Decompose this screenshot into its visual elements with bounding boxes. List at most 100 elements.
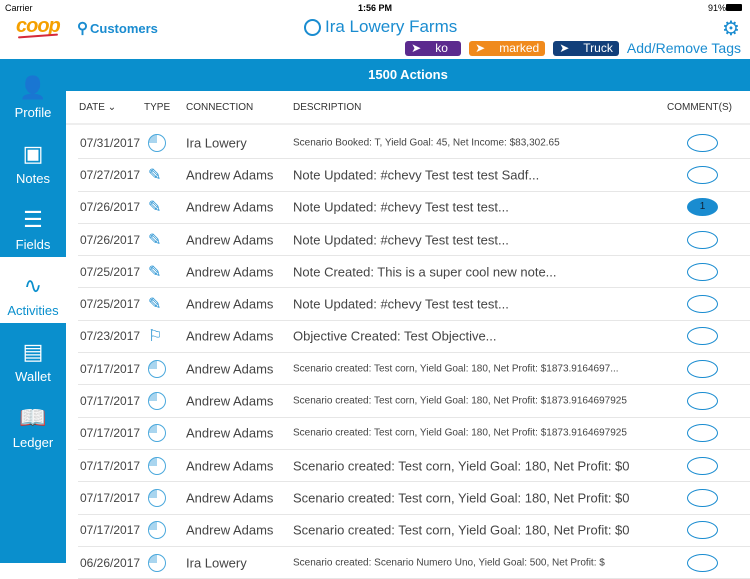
table-row[interactable]: 07/27/2017 ✎ Andrew Adams Note Updated: #… [78, 159, 750, 192]
scenario-pie-icon [148, 456, 166, 475]
comment-bubble-icon[interactable] [687, 133, 718, 152]
col-comments[interactable]: COMMENT(S) [667, 102, 732, 113]
book-icon: 📖 [19, 405, 47, 430]
col-type[interactable]: TYPE [144, 102, 170, 113]
row-connection: Andrew Adams [186, 264, 274, 280]
row-date: 07/17/2017 [80, 361, 141, 376]
scenario-pie-icon [148, 133, 166, 152]
customer-title[interactable]: Ira Lowery Farms [304, 17, 457, 37]
row-description: Scenario created: Test corn, Yield Goal:… [293, 363, 619, 375]
pencil-icon: ✎ [148, 199, 162, 217]
actions-table: 07/31/2017 Ira Lowery Scenario Booked: T… [66, 127, 750, 579]
comment-bubble-icon[interactable] [687, 327, 718, 346]
comment-bubble-icon[interactable]: 1 [687, 198, 718, 217]
table-row[interactable]: 07/26/2017 ✎ Andrew Adams Note Updated: #… [78, 224, 750, 257]
scenario-pie-icon [148, 521, 166, 540]
flag-icon: ⚐ [148, 328, 163, 346]
tag-icon: ➤ [559, 41, 570, 55]
carrier: Carrier [5, 3, 33, 13]
scenario-pie-icon [148, 424, 166, 443]
sidebar-item-notes[interactable]: ▣ Notes [0, 125, 66, 191]
coop-logo[interactable]: coop [16, 15, 61, 38]
tag-icon: ➤ [475, 41, 486, 55]
table-row[interactable]: 07/26/2017 ✎ Andrew Adams Note Updated: #… [78, 192, 750, 224]
row-connection: Ira Lowery [186, 135, 247, 151]
row-connection: Andrew Adams [186, 425, 274, 441]
table-row[interactable]: 07/17/2017 Andrew Adams Scenario created… [78, 385, 750, 418]
row-date: 07/17/2017 [80, 394, 141, 409]
table-row[interactable]: 07/17/2017 Andrew Adams Scenario created… [78, 353, 750, 386]
row-connection: Andrew Adams [186, 232, 274, 248]
col-date[interactable]: DATE ⌄ [79, 102, 116, 113]
gear-icon[interactable]: ⚙ [722, 16, 740, 41]
pencil-icon: ✎ [148, 231, 162, 249]
scenario-pie-icon [148, 488, 166, 507]
table-row[interactable]: 07/25/2017 ✎ Andrew Adams Note Updated: #… [78, 288, 750, 321]
layers-icon: ☰ [23, 207, 43, 232]
comment-bubble-icon[interactable] [687, 488, 718, 507]
row-connection: Andrew Adams [186, 328, 274, 344]
tag-truck[interactable]: ➤ Truck [553, 40, 619, 56]
table-row[interactable]: 07/31/2017 Ira Lowery Scenario Booked: T… [78, 127, 750, 160]
row-connection: Andrew Adams [186, 199, 274, 215]
status-bar: Carrier 1:56 PM 91% [0, 0, 750, 16]
row-description: Scenario created: Test corn, Yield Goal:… [293, 490, 630, 506]
comment-bubble-icon[interactable] [687, 165, 718, 184]
row-date: 07/25/2017 [80, 297, 141, 312]
table-row[interactable]: 07/17/2017 Andrew Adams Scenario created… [78, 515, 750, 547]
table-row[interactable]: 07/25/2017 ✎ Andrew Adams Note Created: T… [78, 256, 750, 289]
row-description: Scenario created: Test corn, Yield Goal:… [293, 395, 627, 407]
comment-bubble-icon[interactable] [687, 521, 718, 540]
col-connection[interactable]: CONNECTION [186, 102, 253, 113]
tag-marked[interactable]: ➤ marked [469, 40, 546, 56]
pencil-icon: ✎ [148, 166, 162, 184]
add-remove-tags-link[interactable]: Add/Remove Tags [627, 40, 741, 56]
col-description[interactable]: DESCRIPTION [293, 102, 361, 113]
row-date: 07/26/2017 [80, 200, 141, 215]
row-description: Note Updated: #chevy Test test test... [293, 232, 509, 248]
comment-bubble-icon[interactable] [687, 262, 718, 281]
column-headers: DATE ⌄ TYPE CONNECTION DESCRIPTION COMME… [66, 91, 750, 125]
comment-bubble-icon[interactable] [687, 295, 718, 314]
row-description: Note Updated: #chevy Test test test Sadf… [293, 167, 540, 183]
user-circle-icon [304, 18, 321, 36]
row-date: 07/17/2017 [80, 426, 141, 441]
row-connection: Andrew Adams [186, 167, 274, 183]
comment-bubble-icon[interactable] [687, 230, 718, 249]
comment-bubble-icon[interactable] [687, 359, 718, 378]
row-connection: Andrew Adams [186, 361, 274, 377]
chevron-down-icon: ⌄ [107, 102, 117, 113]
comment-bubble-icon[interactable] [687, 456, 718, 475]
sidebar-item-fields[interactable]: ☰ Fields [0, 191, 66, 257]
table-row[interactable]: 07/17/2017 Andrew Adams Scenario created… [78, 450, 750, 483]
sidebar-item-activities[interactable]: ∿ Activities [0, 257, 66, 323]
person-icon: 👤 [19, 75, 47, 100]
pencil-icon: ✎ [148, 263, 162, 281]
tag-ko[interactable]: ➤ ko [405, 40, 462, 56]
row-description: Scenario created: Test corn, Yield Goal:… [293, 522, 630, 538]
sidebar: 👤 Profile ▣ Notes ☰ Fields ∿ Activities ▤ Wallet 📖… [0, 59, 66, 563]
row-description: Scenario created: Test corn, Yield Goal:… [293, 458, 630, 474]
actions-count-header: 1500 Actions [66, 59, 750, 91]
comment-bubble-icon[interactable] [687, 392, 718, 411]
row-date: 07/17/2017 [80, 490, 141, 505]
money-icon: ▤ [22, 339, 44, 364]
note-icon: ▣ [22, 141, 44, 166]
table-row[interactable]: 07/23/2017 ⚐ Andrew Adams Objective Creat… [78, 321, 750, 354]
pulse-icon: ∿ [23, 273, 43, 298]
table-row[interactable]: 07/17/2017 Andrew Adams Scenario created… [78, 418, 750, 450]
table-row[interactable]: 07/17/2017 Andrew Adams Scenario created… [78, 482, 750, 515]
row-description: Note Updated: #chevy Test test test... [293, 296, 509, 312]
sidebar-item-wallet[interactable]: ▤ Wallet [0, 323, 66, 389]
row-description: Note Updated: #chevy Test test test... [293, 199, 509, 215]
row-connection: Andrew Adams [186, 296, 274, 312]
row-connection: Andrew Adams [186, 522, 274, 538]
customers-button[interactable]: ⚲ Customers [77, 19, 158, 37]
comment-bubble-icon[interactable] [687, 424, 718, 443]
row-date: 07/31/2017 [80, 135, 141, 150]
row-description: Scenario created: Test corn, Yield Goal:… [293, 427, 627, 439]
sidebar-item-profile[interactable]: 👤 Profile [0, 59, 66, 125]
sidebar-item-ledger[interactable]: 📖 Ledger [0, 389, 66, 455]
row-connection: Andrew Adams [186, 458, 274, 474]
row-date: 07/17/2017 [80, 523, 141, 538]
